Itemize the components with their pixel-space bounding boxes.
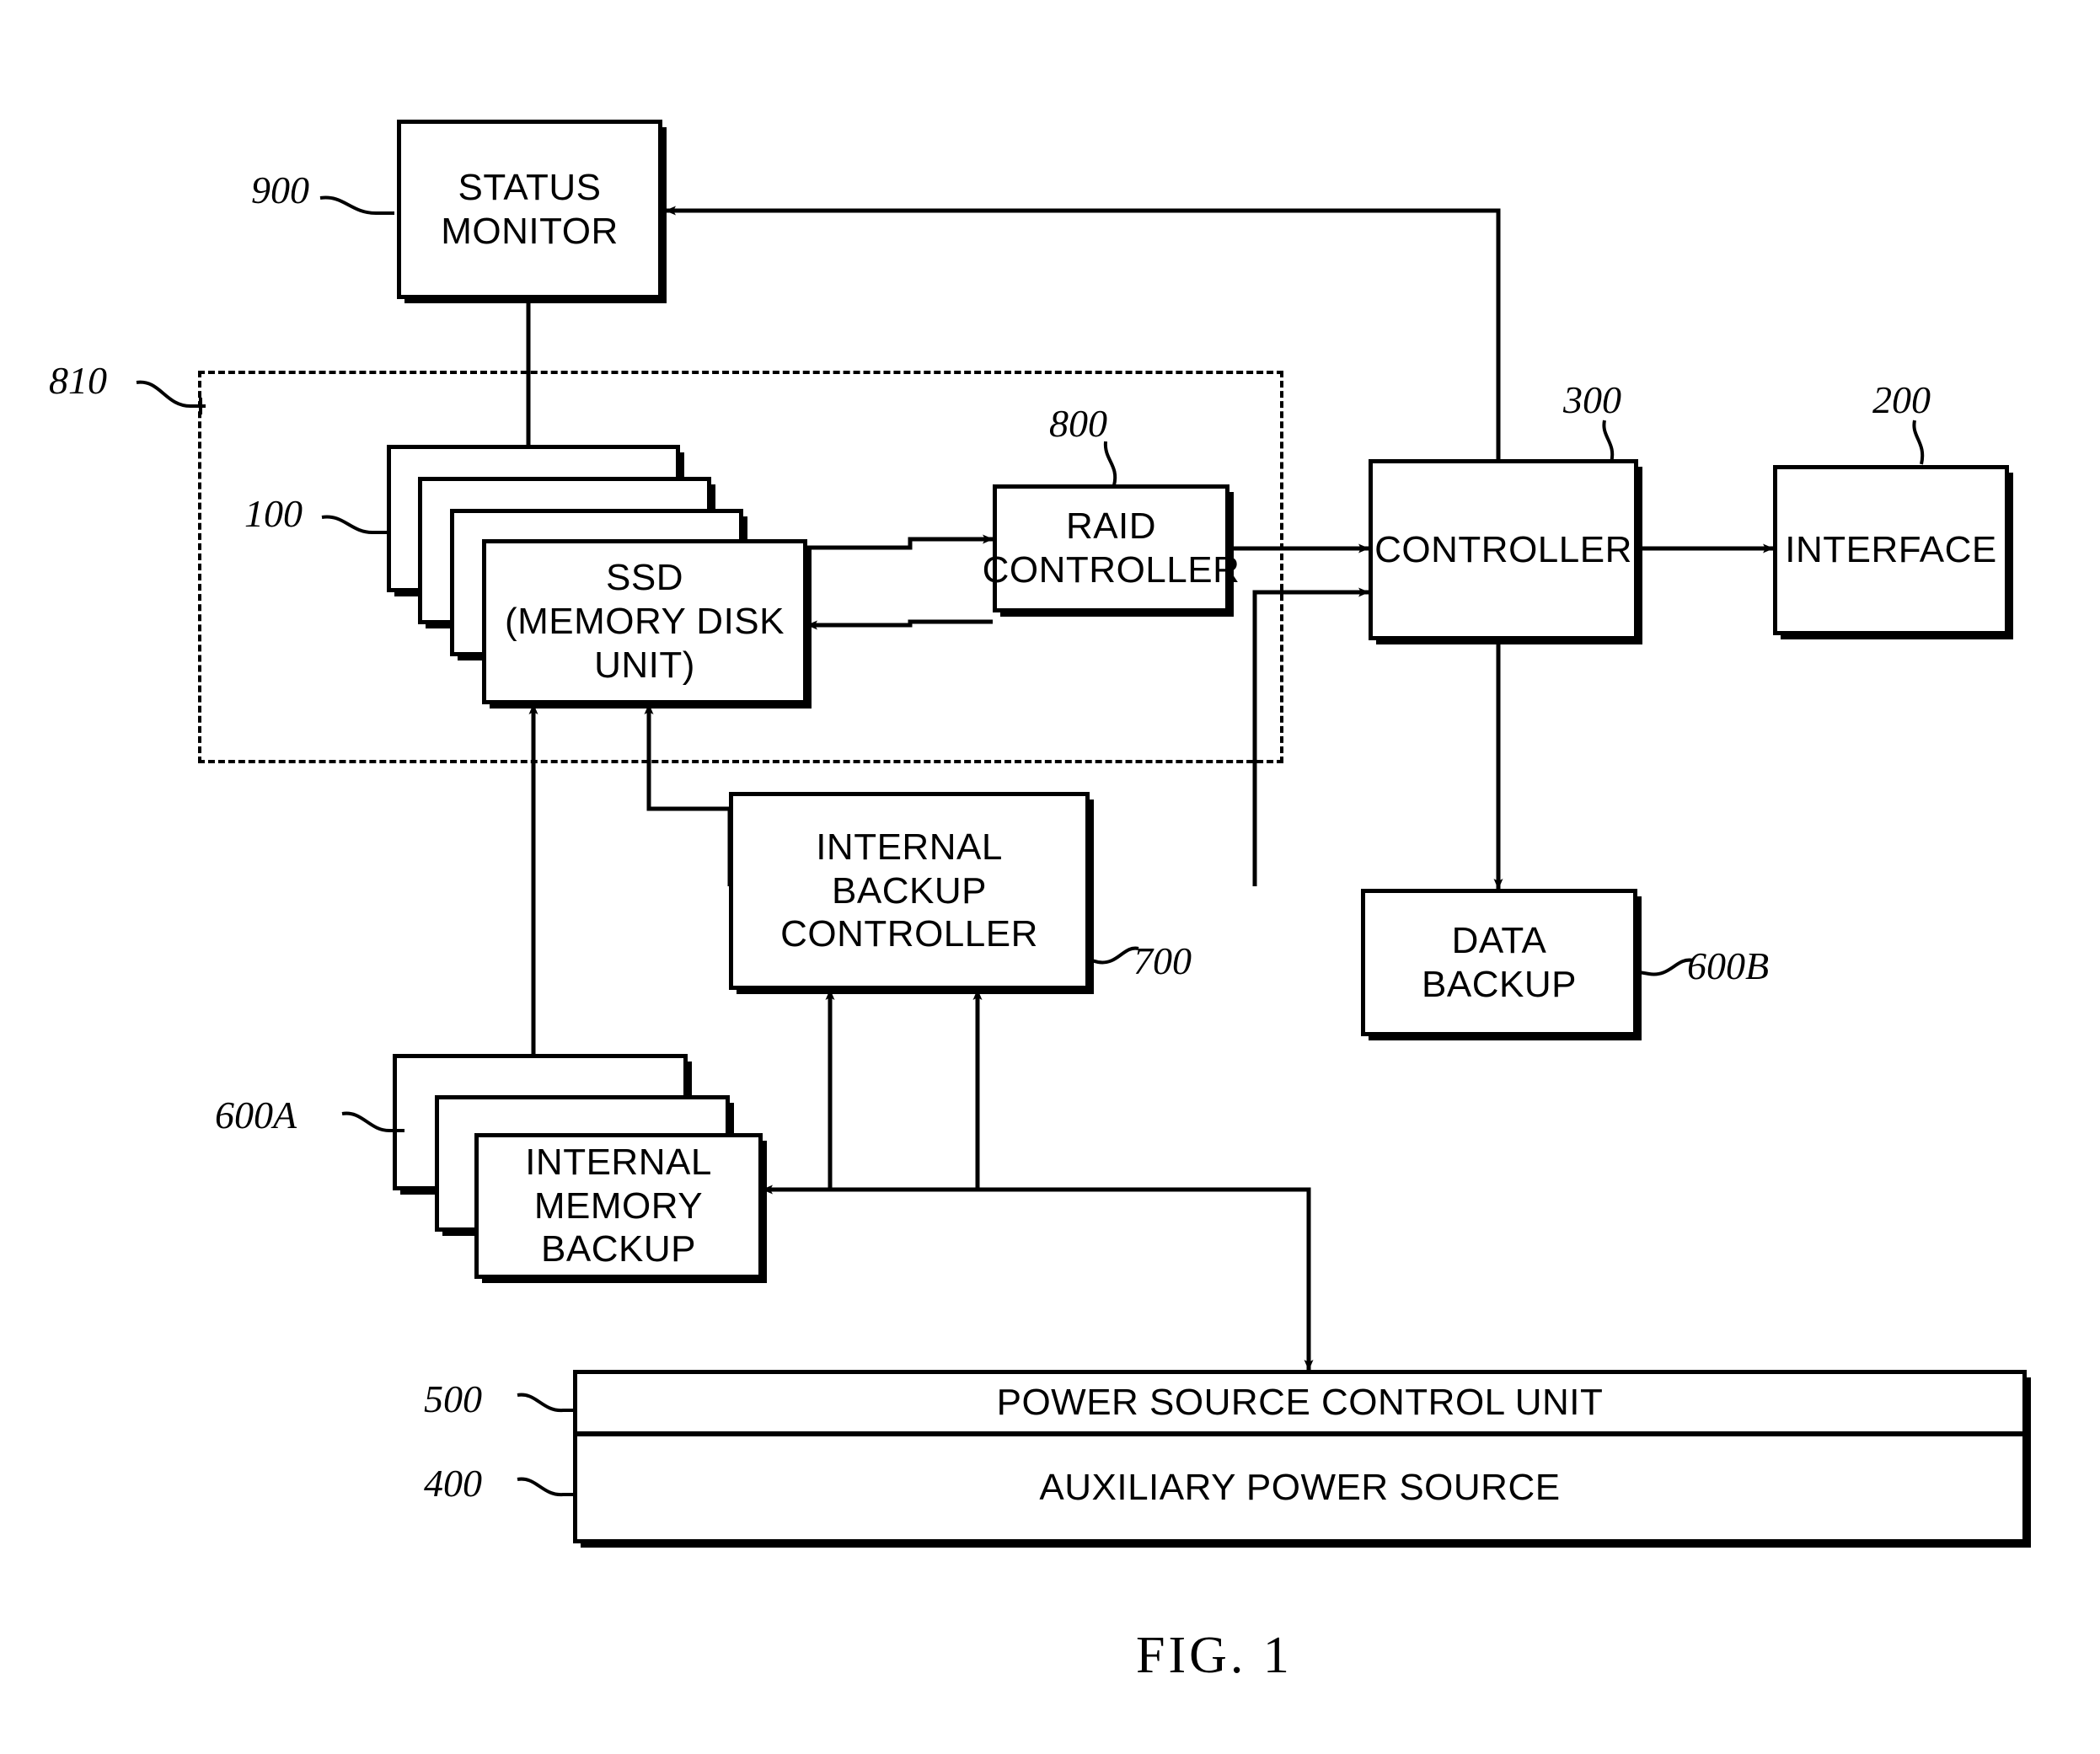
ssd-memory-disk-unit-box[interactable]: SSD (MEMORY DISK UNIT): [482, 539, 807, 704]
ref-600A: 600A: [215, 1094, 297, 1136]
ref-100: 100: [244, 492, 303, 535]
leader-300: [1602, 420, 1615, 463]
internal-memory-backup-label-line1: INTERNAL MEMORY: [525, 1141, 712, 1227]
leader-400: [517, 1477, 575, 1497]
ref-200: 200: [1872, 378, 1931, 421]
leader-700: [1090, 946, 1139, 965]
status-monitor-box[interactable]: STATUS MONITOR: [397, 120, 662, 299]
raid-controller-box[interactable]: RAID CONTROLLER: [983, 484, 1240, 612]
ref-400: 400: [424, 1462, 482, 1505]
leader-100: [321, 515, 388, 534]
interface-box[interactable]: INTERFACE: [1773, 465, 2009, 635]
leader-800: [1103, 441, 1117, 486]
ref-810: 810: [49, 359, 107, 402]
ref-500: 500: [424, 1377, 482, 1420]
internal-backup-controller-label-line1: INTERNAL BACKUP: [816, 826, 1003, 912]
data-backup-box[interactable]: DATA BACKUP: [1361, 889, 1637, 1036]
ssd-label-line2: (MEMORY DISK: [505, 601, 785, 643]
controller-box[interactable]: CONTROLLER: [1369, 459, 1638, 640]
auxiliary-power-source-box[interactable]: AUXILIARY POWER SOURCE: [573, 1432, 2027, 1543]
ref-700: 700: [1133, 939, 1192, 982]
interface-label: INTERFACE: [1785, 529, 1997, 571]
internal-memory-backup-box[interactable]: INTERNAL MEMORY BACKUP: [474, 1133, 763, 1279]
ref-900: 900: [251, 168, 309, 211]
leader-810: [136, 380, 206, 414]
power-source-control-unit-label: POWER SOURCE CONTROL UNIT: [996, 1382, 1604, 1424]
internal-memory-backup-label-line2: BACKUP: [541, 1228, 696, 1270]
leader-900: [319, 195, 394, 215]
raid-controller-label-line1: RAID: [1065, 505, 1157, 548]
ssd-label-line1: SSD: [606, 557, 683, 599]
status-monitor-label: STATUS MONITOR: [441, 166, 619, 252]
leader-600A: [341, 1111, 404, 1132]
internal-backup-controller-box[interactable]: INTERNAL BACKUP CONTROLLER: [729, 792, 1090, 990]
raid-controller-label-line2: CONTROLLER: [982, 549, 1240, 591]
ssd-label-line3: UNIT): [594, 644, 695, 686]
internal-backup-controller-label-line2: CONTROLLER: [780, 913, 1038, 955]
leader-200: [1912, 420, 1925, 465]
figure-canvas: STATUS MONITOR 900 SSD (MEMORY DISK UNIT…: [0, 0, 2100, 1754]
auxiliary-power-source-label: AUXILIARY POWER SOURCE: [1039, 1467, 1561, 1509]
leader-500: [517, 1393, 575, 1413]
ref-600B: 600B: [1687, 944, 1770, 987]
leader-600B: [1638, 958, 1694, 976]
figure-caption: FIG. 1: [1136, 1627, 1293, 1684]
power-source-control-unit-box[interactable]: POWER SOURCE CONTROL UNIT: [573, 1370, 2027, 1436]
data-backup-label: DATA BACKUP: [1422, 919, 1577, 1005]
ref-300: 300: [1563, 378, 1621, 421]
controller-label: CONTROLLER: [1374, 528, 1632, 570]
